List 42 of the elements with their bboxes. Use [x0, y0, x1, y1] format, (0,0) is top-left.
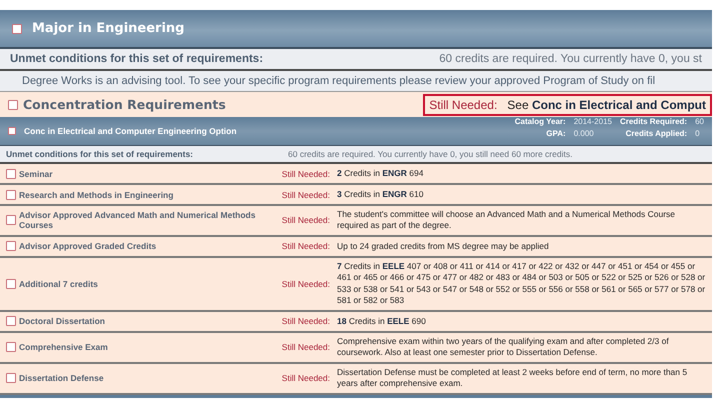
requirement-name: Dissertation Defense	[19, 373, 104, 384]
status-label: Still Needed:	[429, 98, 498, 112]
requirement-name: Seminar	[19, 168, 53, 178]
stat-value: 60	[695, 116, 704, 126]
status-label: Still Needed:	[280, 316, 330, 326]
stat-value: 0.000	[574, 128, 595, 138]
conditions-text: 60 credits are required. You currently have 0, you st	[439, 53, 702, 65]
requirement-detail: The student's committee will choose an Advanced Math and a Numerical Methods Course required as part of the degree.	[337, 209, 676, 232]
stat-label: Credits Applied:	[624, 128, 688, 138]
status-label: Still Needed:	[280, 168, 330, 178]
requirement-detail: Dissertation Defense must be completed at least 2 weeks before end of term, no more than 5 years after comprehensive exam.	[337, 366, 688, 390]
requirement-detail: 2 Credits in ENGR 694	[337, 168, 424, 180]
requirement-name: Advisor Approved Graded Credits	[19, 241, 156, 252]
requirement-name: Comprehensive Exam	[19, 342, 108, 352]
requirement-detail: Up to 24 graded credits from MS degree may be applied	[337, 240, 550, 252]
section-title: Major in Engineering	[32, 21, 184, 36]
requirement-name: Doctoral Dissertation	[19, 316, 105, 326]
status-label: Still Needed:	[280, 342, 330, 352]
requirement-detail: See Conc in Electrical and Comput	[507, 98, 706, 112]
requirement-name: Research and Methods in Engineering	[19, 190, 174, 200]
status-label: Still Needed:	[280, 215, 330, 226]
stat-label: GPA:	[545, 128, 566, 138]
conditions-label: Unmet conditions for this set of requirements:	[10, 53, 264, 65]
status-label: Still Needed:	[280, 241, 330, 252]
status-label: Still Needed:	[280, 278, 330, 289]
status-label: Still Needed:	[280, 373, 330, 384]
requirement-name: Advisor Approved Advanced Math and Numerical Methods Courses	[19, 210, 256, 230]
status-label: Still Needed:	[280, 190, 330, 200]
concentration-title: Concentration Requirements	[23, 97, 227, 112]
stat-value: 2014-2015	[574, 116, 612, 126]
conditions-text: 60 credits are required. You currently have 0, you still need 60 more credits.	[288, 149, 572, 159]
conditions-label: Unmet conditions for this set of requirements:	[6, 149, 194, 159]
requirement-detail: 18 Credits in EELE 690	[337, 316, 427, 328]
stat-value: 0	[695, 128, 701, 138]
option-title: Conc in Electrical and Computer Engineering Option	[24, 126, 237, 136]
notice-text: Degree Works is an advising tool. To see your specific program requirements please review your approved Program of Study on fil	[22, 75, 656, 87]
stat-label: Catalog Year:	[514, 116, 566, 126]
requirement-detail: 7 Credits in EELE 407 or 408 or 411 or 414 or 417 or 422 or 432 or 447 or 451 or 454 or 455 or 461 or 465 or 466 or 475 or 477 or 482 or 483 or 484 or 503 or 505 or 522 or 525 or 526 or 528 or 533 or 538 or 541 or 543 or 547 or 548 or 552 or 555 or 556 or 558 or 561 or 565 or 577 or 578 or 581 or 582 or 583	[337, 260, 706, 307]
requirement-detail: Comprehensive exam within two years of the qualifying exam and after completed 2/3 of coursework. Also at least one semester prior to Dissertation Defense.	[337, 336, 670, 359]
stat-label: Credits Required:	[620, 116, 688, 126]
requirement-name: Additional 7 credits	[19, 278, 98, 289]
requirement-detail: 3 Credits in ENGR 610	[337, 188, 424, 200]
